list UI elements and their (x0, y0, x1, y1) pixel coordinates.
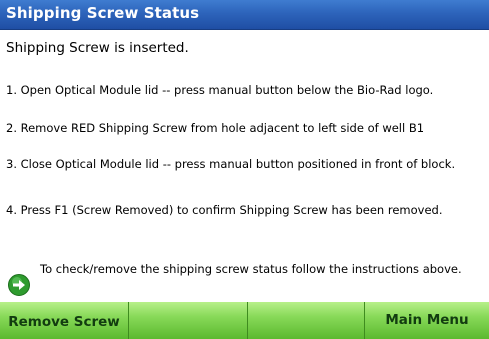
instruction-step-3: 3. Close Optical Module lid -- press man… (6, 157, 456, 171)
main-menu-button[interactable]: Main Menu (365, 302, 489, 339)
instruction-step-2: 2. Remove RED Shipping Screw from hole a… (6, 121, 425, 135)
remove-screw-label: Remove Screw (8, 314, 120, 330)
hint-box: To check/remove the shipping screw statu… (8, 262, 478, 298)
softkey-2-button[interactable] (129, 302, 248, 339)
main-menu-label: Main Menu (385, 312, 469, 328)
instruction-step-1: 1. Open Optical Module lid -- press manu… (6, 83, 434, 97)
green-arrow-icon (8, 274, 30, 296)
title-bar: Shipping Screw Status (0, 0, 489, 30)
softkey-3-button[interactable] (248, 302, 365, 339)
instruction-step-4: 4. Press F1 (Screw Removed) to confirm S… (6, 203, 443, 217)
softkey-bar: Remove Screw Main Menu (0, 302, 489, 339)
hint-text: To check/remove the shipping screw statu… (40, 262, 462, 276)
shipping-screw-status-screen: Shipping Screw Status Shipping Screw is … (0, 0, 489, 339)
window-title: Shipping Screw Status (6, 4, 200, 22)
status-message: Shipping Screw is inserted. (6, 40, 189, 56)
remove-screw-button[interactable]: Remove Screw (0, 302, 129, 339)
